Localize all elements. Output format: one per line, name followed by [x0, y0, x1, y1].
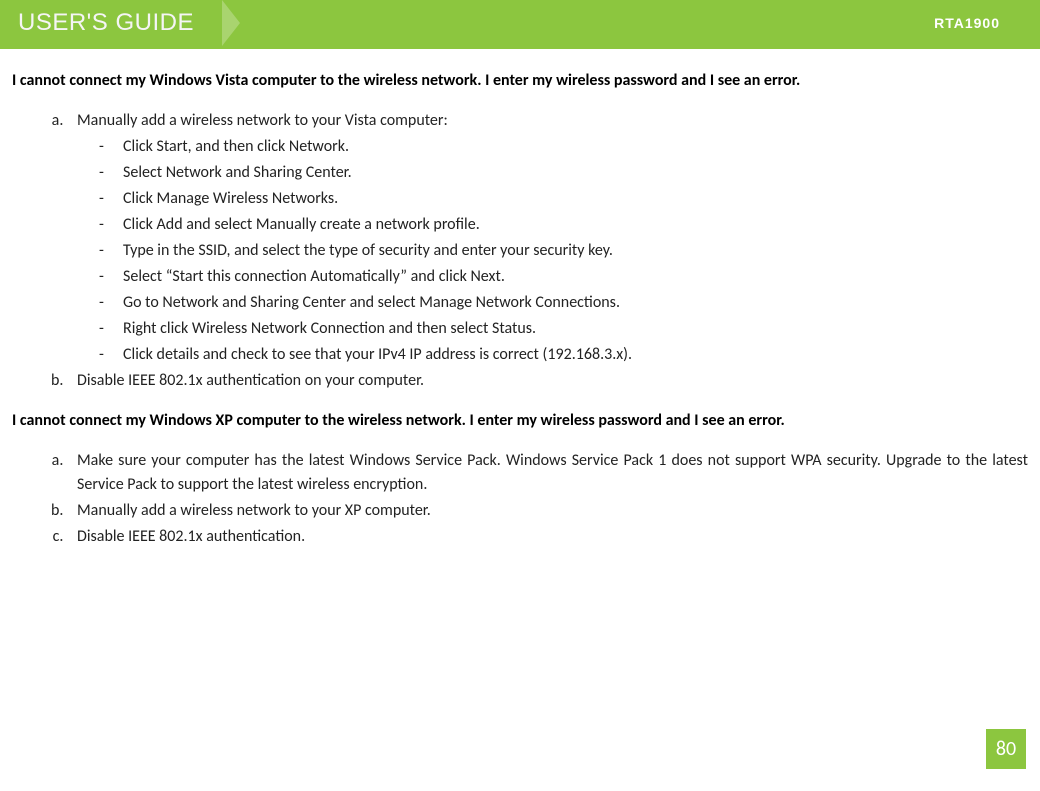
step: Click details and check to see that your… [99, 343, 1028, 367]
guide-title: USER'S GUIDE [0, 9, 222, 37]
section2-item-c: Disable IEEE 802.1x authentication. [67, 525, 1028, 549]
chevron-icon [222, 0, 240, 46]
section1-item-b: Disable IEEE 802.1x authentication on yo… [67, 369, 1028, 393]
header-bar: USER'S GUIDE RTA1900 [0, 0, 1040, 46]
section1-list: Manually add a wireless network to your … [12, 109, 1028, 393]
section2-list: Make sure your computer has the latest W… [12, 449, 1028, 549]
section2-item-a: Make sure your computer has the latest W… [67, 449, 1028, 497]
section2-title: I cannot connect my Windows XP computer … [12, 409, 1028, 433]
page-content: I cannot connect my Windows Vista comput… [0, 49, 1040, 549]
header-left: USER'S GUIDE [0, 0, 240, 46]
step: Type in the SSID, and select the type of… [99, 239, 1028, 263]
section1-item-a: Manually add a wireless network to your … [67, 109, 1028, 367]
step: Click Add and select Manually create a n… [99, 213, 1028, 237]
step: Select “Start this connection Automatica… [99, 265, 1028, 289]
step: Select Network and Sharing Center. [99, 161, 1028, 185]
model-label: RTA1900 [934, 15, 1040, 31]
step: Click Start, and then click Network. [99, 135, 1028, 159]
section1-title: I cannot connect my Windows Vista comput… [12, 69, 1028, 93]
section1-a-steps: Click Start, and then click Network. Sel… [77, 135, 1028, 367]
page-number-badge: 80 [986, 729, 1026, 769]
step: Go to Network and Sharing Center and sel… [99, 291, 1028, 315]
section2-item-b: Manually add a wireless network to your … [67, 499, 1028, 523]
step: Right click Wireless Network Connection … [99, 317, 1028, 341]
section1-a-intro: Manually add a wireless network to your … [77, 111, 448, 130]
step: Click Manage Wireless Networks. [99, 187, 1028, 211]
